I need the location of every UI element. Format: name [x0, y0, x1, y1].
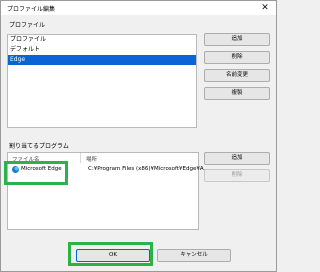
- profile-edit-dialog: プロファイル編集 ✕ プロファイル プロファイル デフォルト Edge 追加 削…: [0, 0, 277, 272]
- column-header-path[interactable]: 場所: [86, 155, 97, 163]
- profile-duplicate-button[interactable]: 複製: [204, 87, 270, 100]
- cancel-button[interactable]: キャンセル: [157, 249, 231, 262]
- highlight-edge-row: [4, 161, 68, 185]
- window-title: プロファイル編集: [7, 6, 56, 13]
- profile-item-selected[interactable]: Edge: [8, 55, 196, 65]
- programs-label: 割り当てるプログラム: [9, 143, 69, 150]
- profile-add-button[interactable]: 追加: [204, 33, 270, 46]
- program-delete-button: 削除: [204, 169, 270, 182]
- close-icon[interactable]: ✕: [258, 2, 272, 14]
- title-bar: プロファイル編集 ✕: [1, 1, 276, 15]
- program-add-button[interactable]: 追加: [204, 152, 270, 165]
- column-divider: [80, 153, 81, 163]
- program-path: C:¥Program Files (x86)¥Microsoft¥Edge¥A.…: [88, 166, 209, 172]
- profile-delete-button[interactable]: 削除: [204, 51, 270, 64]
- profile-item[interactable]: プロファイル: [8, 35, 196, 45]
- profile-rename-button[interactable]: 名前変更: [204, 69, 270, 82]
- profiles-label: プロファイル: [9, 22, 46, 29]
- highlight-ok-button: [68, 242, 153, 266]
- profile-item[interactable]: デフォルト: [8, 45, 196, 55]
- profiles-list[interactable]: プロファイル デフォルト Edge: [7, 34, 197, 128]
